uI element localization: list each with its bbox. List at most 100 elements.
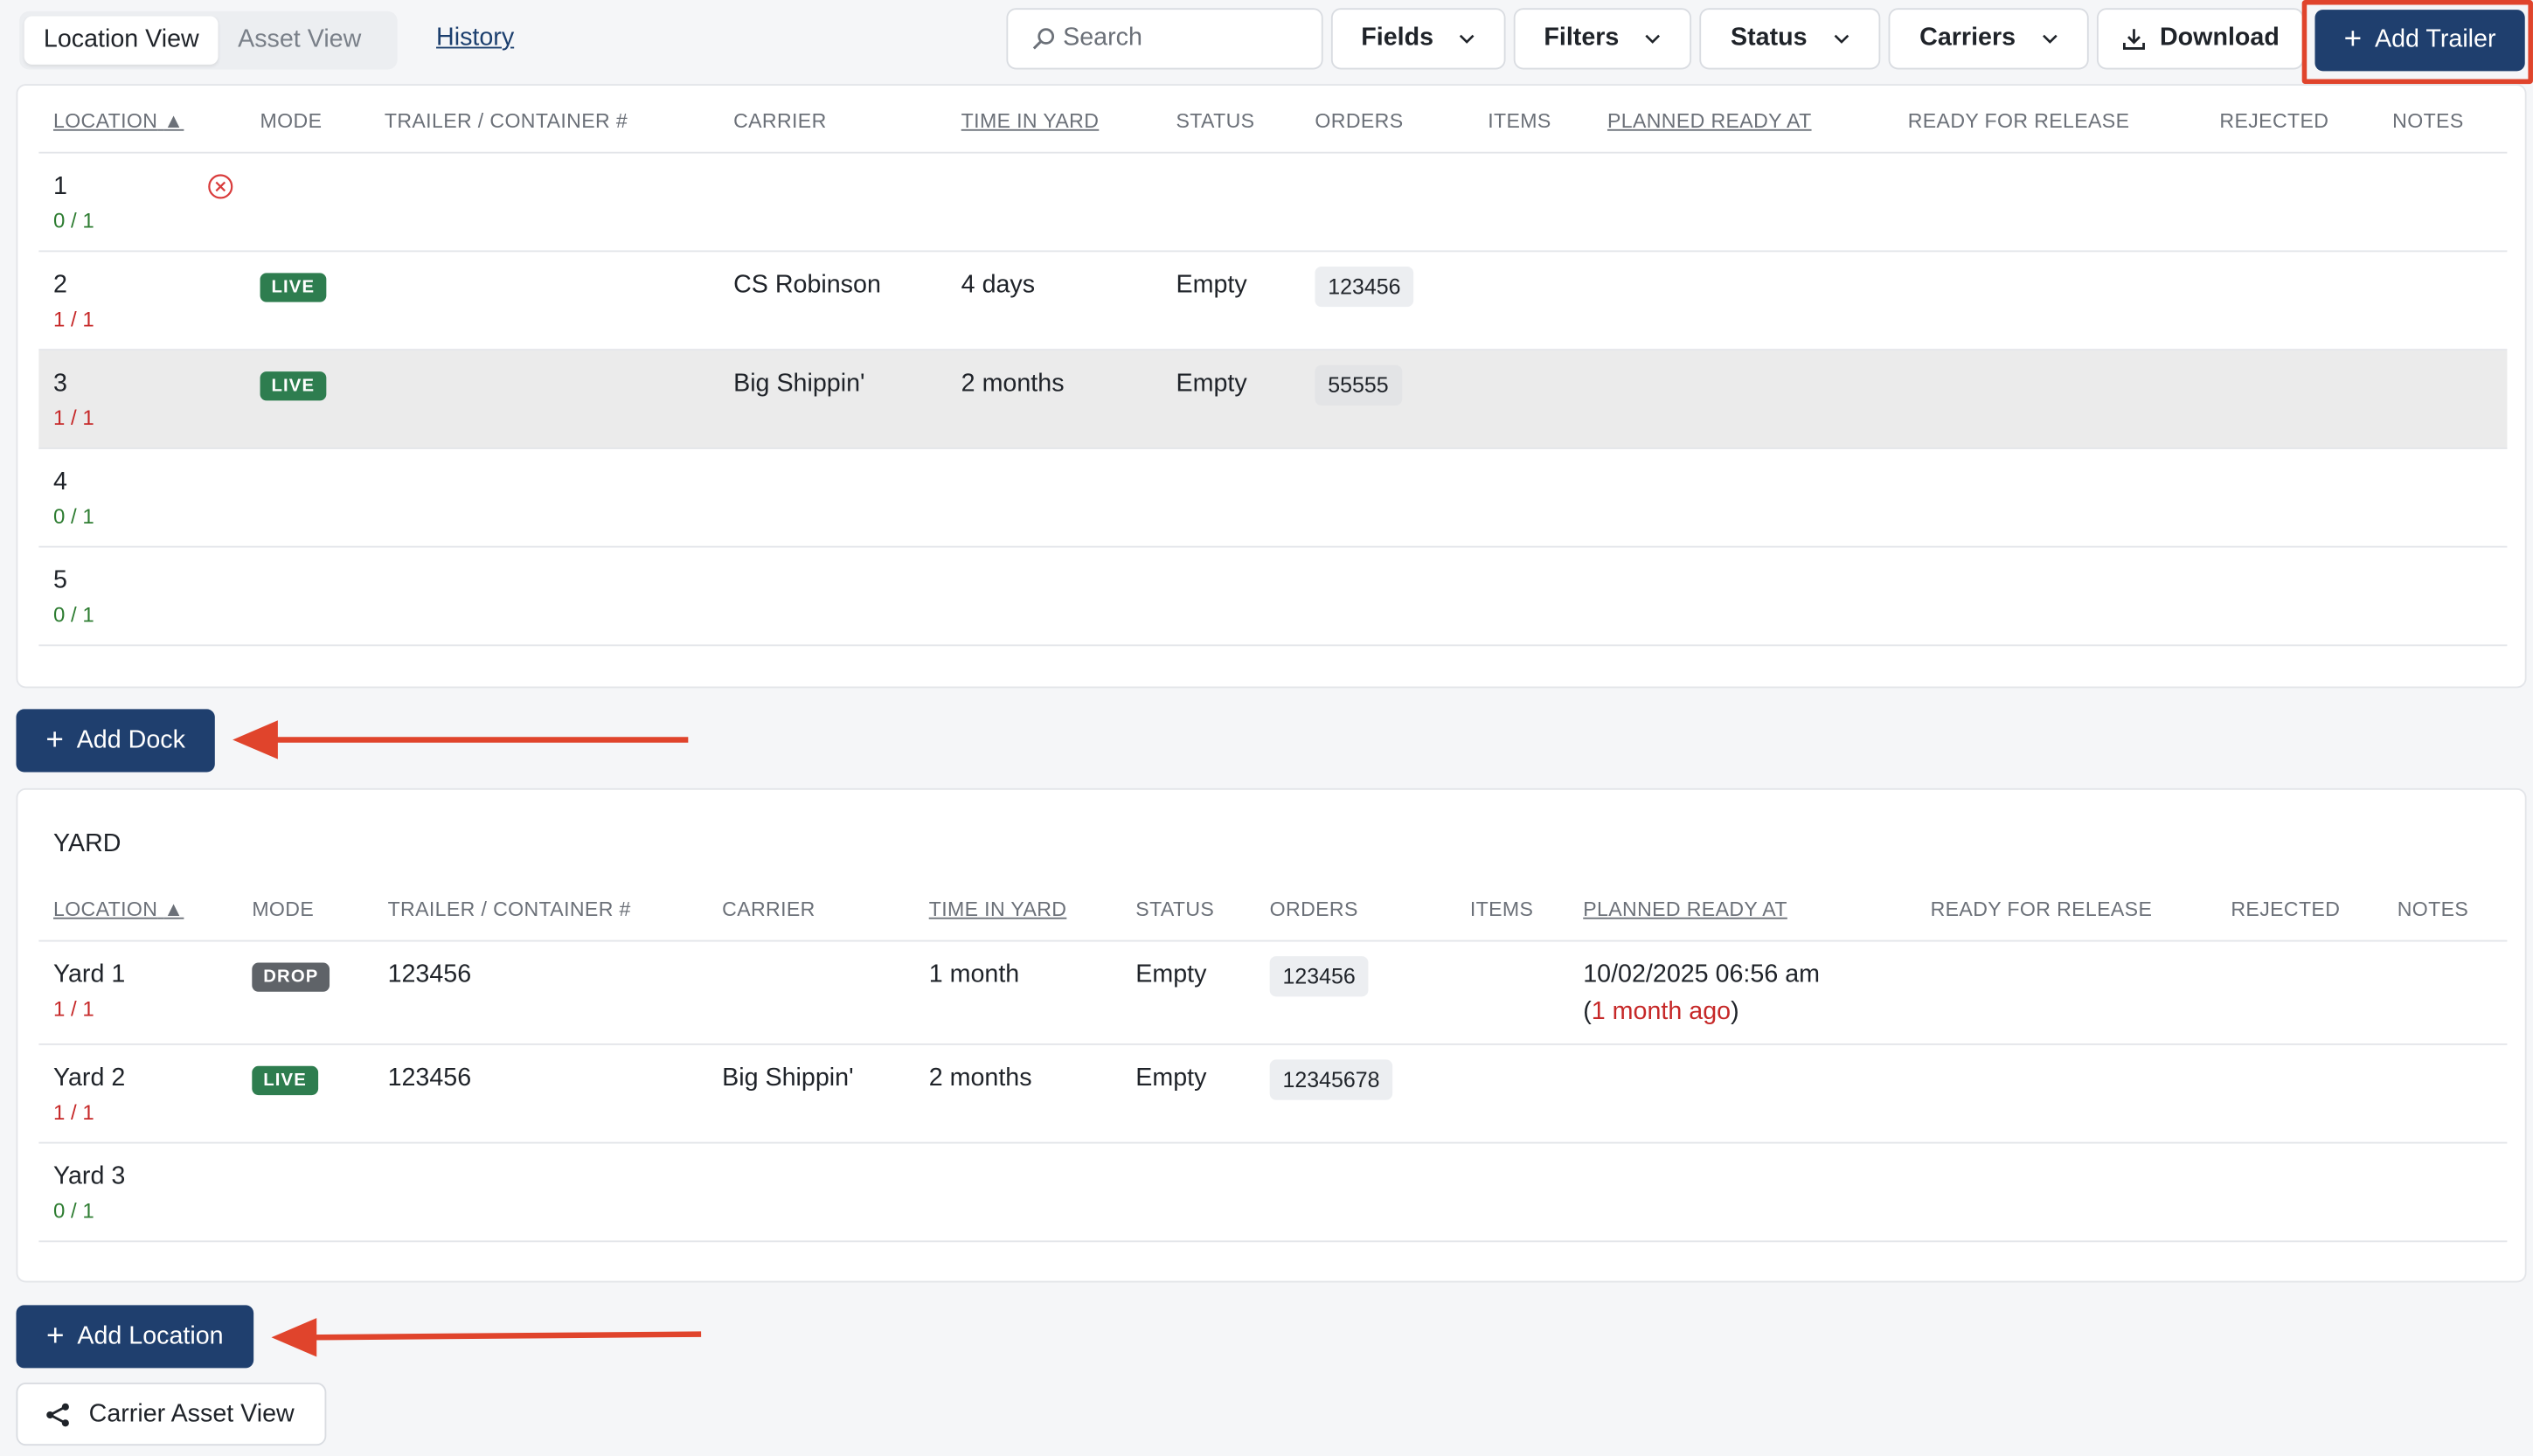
location-count: 0 / 1 (52, 208, 94, 233)
col-mode: MODE (260, 109, 323, 133)
add-trailer-label: Add Trailer (2374, 25, 2496, 53)
share-icon (46, 1402, 69, 1426)
col-status: STATUS (1176, 109, 1255, 133)
carrier-cell: CS Robinson (733, 271, 881, 299)
planned-ready-relative: (1 month ago) (1583, 998, 1739, 1026)
col-items: ITEMS (1488, 109, 1551, 133)
col-notes: NOTES (2397, 898, 2469, 921)
location-count: 1 / 1 (52, 405, 94, 430)
annotation-arrow (232, 720, 689, 759)
location-name: 4 (52, 468, 67, 496)
table-row[interactable]: 3 1 / 1 LIVE Big Shippin' 2 months Empty… (38, 350, 2508, 449)
status-dropdown[interactable]: Status (1699, 8, 1881, 70)
trailer-cell: 123456 (387, 1064, 472, 1092)
time-in-yard-cell: 2 months (961, 370, 1065, 398)
view-toggle: Location View Asset View (19, 10, 398, 70)
location-name: 5 (52, 566, 67, 595)
table-row[interactable]: 4 0 / 1 (38, 449, 2508, 548)
table-row[interactable]: Yard 2 1 / 1 LIVE 123456 Big Shippin' 2 … (38, 1045, 2508, 1144)
status-cell: Empty (1176, 370, 1247, 398)
table-row[interactable]: 2 1 / 1 LIVE CS Robinson 4 days Empty 12… (38, 252, 2508, 351)
download-label: Download (2159, 24, 2280, 52)
plus-icon: + (46, 1319, 65, 1353)
col-planned-ready[interactable]: PLANNED READY AT (1583, 898, 1787, 921)
table-row[interactable]: 1 0 / 1 (38, 154, 2508, 253)
col-orders: ORDERS (1269, 898, 1358, 921)
docks-header-row: LOCATION ▲ MODE TRAILER / CONTAINER # CA… (38, 86, 2508, 154)
add-location-button[interactable]: + Add Location (16, 1305, 254, 1369)
mode-badge: DROP (252, 962, 330, 992)
chevron-down-icon (1645, 34, 1661, 44)
col-carrier: CARRIER (733, 109, 827, 133)
filters-dropdown[interactable]: Filters (1513, 8, 1692, 70)
col-time-in-yard[interactable]: TIME IN YARD (929, 898, 1067, 921)
search-icon (1032, 28, 1055, 50)
order-chip[interactable]: 55555 (1315, 364, 1402, 406)
location-count: 0 / 1 (52, 1198, 94, 1224)
status-cell: Empty (1135, 960, 1207, 989)
table-row[interactable]: Yard 1 1 / 1 DROP 123456 1 month Empty 1… (38, 942, 2508, 1045)
sort-asc-icon: ▲ (163, 109, 184, 133)
tab-location-view[interactable]: Location View (24, 16, 219, 65)
search-input[interactable]: Search (1006, 8, 1323, 70)
table-row[interactable]: Yard 3 0 / 1 (38, 1144, 2508, 1243)
add-dock-label: Add Dock (76, 725, 185, 754)
order-chip[interactable]: 123456 (1269, 956, 1369, 997)
filters-label: Filters (1544, 24, 1620, 52)
status-label: Status (1730, 24, 1808, 52)
yard-header-row: LOCATION ▲ MODE TRAILER / CONTAINER # CA… (38, 874, 2508, 942)
tab-asset-view[interactable]: Asset View (219, 16, 381, 64)
search-placeholder: Search (1063, 24, 1142, 52)
col-location[interactable]: LOCATION ▲ (53, 898, 184, 921)
col-mode: MODE (252, 898, 315, 921)
col-carrier: CARRIER (722, 898, 815, 921)
col-trailer: TRAILER / CONTAINER # (384, 109, 628, 133)
close-circle-icon[interactable] (207, 173, 234, 200)
sort-asc-icon: ▲ (163, 898, 184, 921)
docks-card: LOCATION ▲ MODE TRAILER / CONTAINER # CA… (16, 84, 2527, 689)
carrier-asset-view-button[interactable]: Carrier Asset View (16, 1383, 327, 1446)
chevron-down-icon (1460, 34, 1475, 44)
chevron-down-icon (2042, 34, 2058, 44)
status-cell: Empty (1176, 271, 1247, 299)
fields-dropdown[interactable]: Fields (1330, 8, 1506, 70)
trailer-cell: 123456 (387, 960, 472, 989)
col-items: ITEMS (1469, 898, 1534, 921)
location-name: Yard 3 (52, 1162, 126, 1191)
add-location-label: Add Location (77, 1321, 224, 1350)
add-dock-button[interactable]: + Add Dock (16, 709, 215, 773)
location-count: 1 / 1 (52, 1099, 94, 1125)
mode-badge: LIVE (260, 273, 327, 302)
col-trailer: TRAILER / CONTAINER # (387, 898, 631, 921)
carrier-asset-view-label: Carrier Asset View (88, 1399, 295, 1427)
download-icon (2122, 29, 2145, 50)
col-time-in-yard[interactable]: TIME IN YARD (961, 110, 1100, 133)
order-chip[interactable]: 123456 (1315, 266, 1414, 308)
plus-icon: + (45, 723, 64, 757)
yard-card: YARD LOCATION ▲ MODE TRAILER / CONTAINER… (16, 787, 2527, 1283)
location-name: Yard 2 (52, 1064, 126, 1092)
time-in-yard-cell: 1 month (928, 960, 1020, 989)
col-location[interactable]: LOCATION ▲ (53, 110, 184, 133)
yard-section-title: YARD (52, 829, 121, 858)
download-button[interactable]: Download (2096, 8, 2304, 70)
col-rejected: REJECTED (2219, 109, 2329, 133)
col-planned-ready[interactable]: PLANNED READY AT (1607, 110, 1812, 133)
location-count: 1 / 1 (52, 996, 94, 1022)
history-link[interactable]: History (436, 24, 514, 53)
col-ready-release: READY FOR RELEASE (1907, 109, 2130, 133)
location-count: 1 / 1 (52, 307, 94, 331)
table-row[interactable]: 5 0 / 1 (38, 548, 2508, 647)
col-rejected: REJECTED (2231, 898, 2341, 921)
order-chip[interactable]: 12345678 (1269, 1059, 1393, 1100)
carrier-cell: Big Shippin' (722, 1064, 854, 1092)
add-trailer-button[interactable]: + Add Trailer (2314, 10, 2525, 72)
annotation-arrow (271, 1318, 702, 1357)
location-count: 0 / 1 (52, 602, 94, 627)
col-status: STATUS (1135, 898, 1215, 921)
carriers-dropdown[interactable]: Carriers (1888, 8, 2089, 70)
plus-icon: + (2343, 22, 2363, 57)
location-name: Yard 1 (52, 960, 126, 989)
planned-ready-cell: 10/02/2025 06:56 am (1583, 960, 1821, 989)
time-in-yard-cell: 4 days (961, 271, 1036, 299)
